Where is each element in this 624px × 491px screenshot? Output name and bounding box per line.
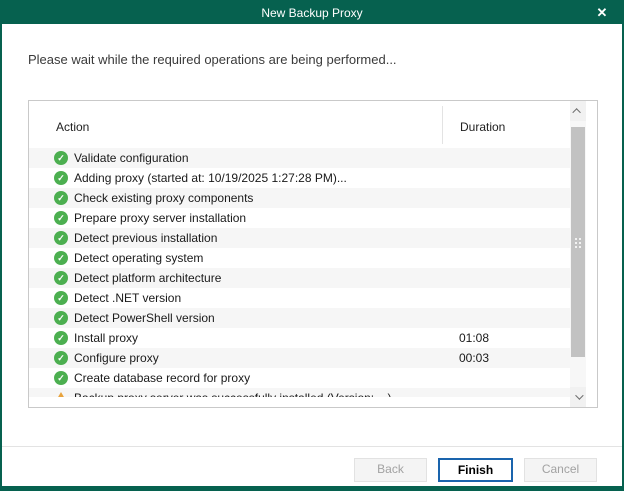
finish-button[interactable]: Finish xyxy=(438,458,513,482)
operations-rows: ✓ Validate configuration ✓ Adding proxy … xyxy=(29,148,570,397)
table-row[interactable]: ✓ Detect platform architecture xyxy=(29,268,570,288)
table-row[interactable]: ✓ Check existing proxy components xyxy=(29,188,570,208)
success-icon: ✓ xyxy=(54,231,68,245)
scroll-down-button[interactable] xyxy=(570,387,586,407)
scrollbar-grip-icon xyxy=(575,238,577,240)
back-button[interactable]: Back xyxy=(354,458,427,482)
action-label: Validate configuration xyxy=(74,148,189,168)
chevron-up-icon xyxy=(572,108,580,116)
table-row[interactable]: ✓ Detect PowerShell version xyxy=(29,308,570,328)
table-row[interactable]: ✓ Configure proxy 00:03 xyxy=(29,348,570,368)
close-icon: ✕ xyxy=(597,5,608,21)
action-label: Adding proxy (started at: 10/19/2025 1:2… xyxy=(74,168,347,188)
success-icon: ✓ xyxy=(54,191,68,205)
table-row[interactable]: ✓ Detect .NET version xyxy=(29,288,570,308)
table-row[interactable]: ✓ Adding proxy (started at: 10/19/2025 1… xyxy=(29,168,570,188)
chevron-down-icon xyxy=(575,391,583,399)
success-icon: ✓ xyxy=(54,371,68,385)
new-backup-proxy-dialog: New Backup Proxy ✕ Please wait while the… xyxy=(0,0,624,491)
column-header-duration: Duration xyxy=(460,120,505,134)
column-separator xyxy=(442,106,443,144)
table-row[interactable]: ✓ Prepare proxy server installation xyxy=(29,208,570,228)
table-row[interactable]: ✓ Detect previous installation xyxy=(29,228,570,248)
scroll-up-button[interactable] xyxy=(570,101,586,121)
duration-value: 01:08 xyxy=(459,328,489,348)
action-label: Detect previous installation xyxy=(74,228,217,248)
progress-subtitle: Please wait while the required operation… xyxy=(28,52,397,67)
table-row[interactable]: ✓ Validate configuration xyxy=(29,148,570,168)
action-label: Detect .NET version xyxy=(74,288,181,308)
action-label: Configure proxy xyxy=(74,348,159,368)
success-icon: ✓ xyxy=(54,151,68,165)
title-bar: New Backup Proxy ✕ xyxy=(2,2,622,24)
action-label: Detect PowerShell version xyxy=(74,308,215,328)
cancel-button[interactable]: Cancel xyxy=(524,458,597,482)
operations-list: Action Duration ✓ Validate configuration… xyxy=(28,100,598,408)
table-row[interactable]: ✓ Install proxy 01:08 xyxy=(29,328,570,348)
warning-icon xyxy=(54,392,68,397)
action-label: Detect platform architecture xyxy=(74,268,221,288)
duration-value: 00:03 xyxy=(459,348,489,368)
column-header-action: Action xyxy=(56,120,89,134)
success-icon: ✓ xyxy=(54,331,68,345)
success-icon: ✓ xyxy=(54,211,68,225)
success-icon: ✓ xyxy=(54,251,68,265)
scrollbar-thumb[interactable] xyxy=(571,127,585,357)
success-icon: ✓ xyxy=(54,291,68,305)
table-row-partial[interactable]: Backup proxy server was successfully ins… xyxy=(29,388,570,397)
action-label: Detect operating system xyxy=(74,248,203,268)
action-label: Install proxy xyxy=(74,328,138,348)
success-icon: ✓ xyxy=(54,271,68,285)
success-icon: ✓ xyxy=(54,351,68,365)
window-title: New Backup Proxy xyxy=(261,6,362,20)
footer-divider xyxy=(2,446,622,447)
action-label: Create database record for proxy xyxy=(74,368,250,388)
action-label: Prepare proxy server installation xyxy=(74,208,246,228)
vertical-scrollbar[interactable] xyxy=(570,101,586,407)
success-icon: ✓ xyxy=(54,171,68,185)
action-label: Check existing proxy components xyxy=(74,188,253,208)
close-button[interactable]: ✕ xyxy=(590,2,614,24)
table-row[interactable]: ✓ Create database record for proxy xyxy=(29,368,570,388)
success-icon: ✓ xyxy=(54,311,68,325)
table-row[interactable]: ✓ Detect operating system xyxy=(29,248,570,268)
action-label: Backup proxy server was successfully ins… xyxy=(74,388,391,397)
